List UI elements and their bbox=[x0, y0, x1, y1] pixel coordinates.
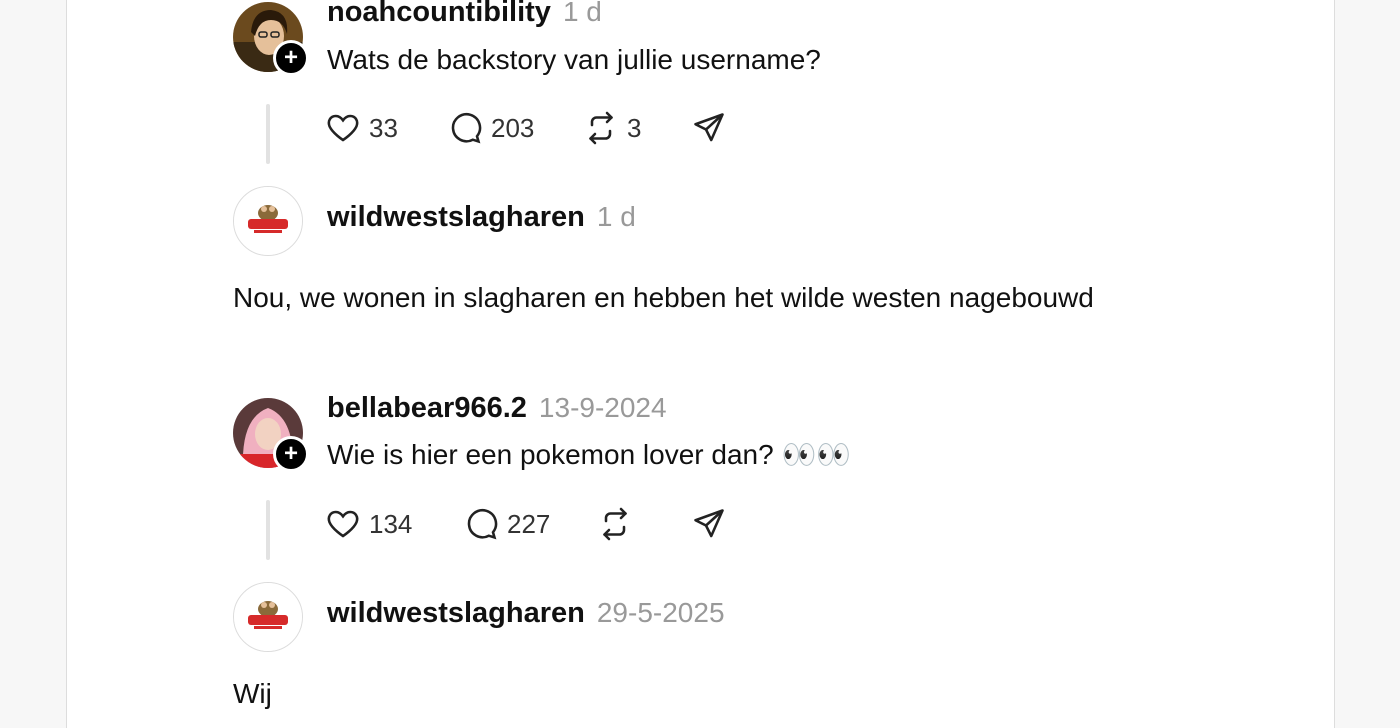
avatar[interactable] bbox=[233, 186, 303, 256]
heart-icon bbox=[327, 114, 359, 142]
reply-text: Nou, we wonen in slagharen en hebben het… bbox=[233, 282, 1094, 313]
post-actions: 33 203 3 bbox=[325, 108, 745, 148]
share-button[interactable] bbox=[691, 504, 735, 544]
send-icon bbox=[694, 113, 724, 142]
like-button[interactable]: 134 bbox=[325, 504, 412, 544]
post-text: Wats de backstory van jullie username? bbox=[327, 44, 821, 75]
avatar[interactable]: + bbox=[233, 398, 309, 472]
feed-card: + noahcountibility 1 d Wats de backstory … bbox=[66, 0, 1335, 728]
thread-line bbox=[266, 500, 270, 560]
comment-icon bbox=[451, 112, 482, 144]
follow-plus-icon[interactable]: + bbox=[273, 40, 309, 76]
like-button[interactable]: 33 bbox=[325, 108, 398, 148]
username[interactable]: wildwestslagharen bbox=[327, 201, 585, 233]
reply-button[interactable]: 203 bbox=[447, 108, 534, 148]
avatar[interactable] bbox=[233, 582, 303, 652]
thread-line bbox=[266, 104, 270, 164]
username[interactable]: wildwestslagharen bbox=[327, 597, 585, 629]
username[interactable]: noahcountibility bbox=[327, 0, 551, 28]
post-text: Wie is hier een pokemon lover dan? 👀👀 bbox=[327, 439, 852, 470]
reply-count: 203 bbox=[491, 112, 535, 143]
repost-icon bbox=[589, 111, 613, 145]
share-button[interactable] bbox=[691, 108, 735, 148]
post-time: 13-9-2024 bbox=[538, 392, 667, 423]
slagharen-logo bbox=[234, 187, 302, 255]
repost-button[interactable] bbox=[597, 504, 641, 544]
follow-plus-icon[interactable]: + bbox=[273, 436, 309, 472]
post-header: wildwestslagharen 1 d bbox=[327, 201, 636, 234]
reply-text: Wij bbox=[233, 678, 272, 709]
username[interactable]: bellabear966.2 bbox=[327, 392, 527, 424]
post-time: 1 d bbox=[562, 0, 602, 27]
comment-icon bbox=[467, 508, 498, 540]
reply-count: 227 bbox=[507, 508, 551, 539]
post-header: bellabear966.2 13-9-2024 bbox=[327, 392, 667, 425]
heart-icon bbox=[327, 510, 359, 538]
reply-button[interactable]: 227 bbox=[463, 504, 550, 544]
post-time: 29-5-2025 bbox=[596, 597, 725, 628]
like-count: 33 bbox=[369, 112, 398, 143]
avatar[interactable]: + bbox=[233, 2, 309, 76]
slagharen-logo bbox=[234, 583, 302, 651]
repost-count: 3 bbox=[627, 112, 642, 143]
post-header: wildwestslagharen 29-5-2025 bbox=[327, 597, 725, 630]
like-count: 134 bbox=[369, 508, 413, 539]
post-header: noahcountibility 1 d bbox=[327, 0, 602, 29]
repost-button[interactable]: 3 bbox=[583, 108, 641, 148]
send-icon bbox=[694, 509, 724, 538]
repost-icon bbox=[603, 507, 627, 541]
post-actions: 134 227 bbox=[325, 504, 745, 544]
post-time: 1 d bbox=[596, 201, 636, 232]
